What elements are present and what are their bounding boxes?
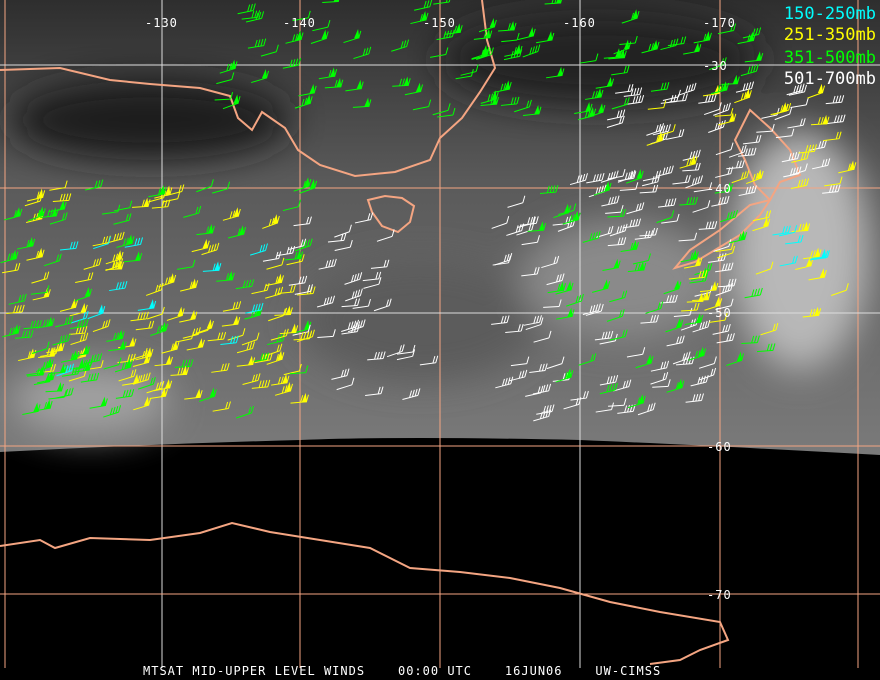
product-title: MTSAT MID-UPPER LEVEL WINDS	[143, 664, 366, 678]
lon-label-160: -160	[563, 16, 596, 30]
legend-351-500mb: 351-500mb	[783, 48, 876, 68]
satellite-map: -130 -140 -150 -160 -170 -30 -40 -50 -60…	[0, 0, 880, 680]
date: 16JUN06	[504, 664, 563, 678]
footer-caption: MTSAT MID-UPPER LEVEL WINDS 00:00 UTC 16…	[143, 664, 661, 678]
lat-label-30: -30	[703, 59, 728, 73]
legend-501-700mb: 501-700mb	[783, 69, 876, 89]
source: UW-CIMSS	[595, 664, 662, 678]
lat-label-40: -40	[707, 182, 732, 196]
lon-label-130: -130	[145, 16, 178, 30]
lon-label-170: -170	[703, 16, 736, 30]
lon-label-140: -140	[283, 16, 316, 30]
lat-label-70: -70	[707, 588, 732, 602]
lat-label-50: -50	[707, 306, 732, 320]
lon-label-150: -150	[423, 16, 456, 30]
valid-time: 00:00 UTC	[397, 664, 473, 678]
legend-251-350mb: 251-350mb	[783, 25, 876, 45]
lat-label-60: -60	[707, 440, 732, 454]
legend-150-250mb: 150-250mb	[783, 4, 876, 24]
map-canvas	[0, 0, 880, 668]
